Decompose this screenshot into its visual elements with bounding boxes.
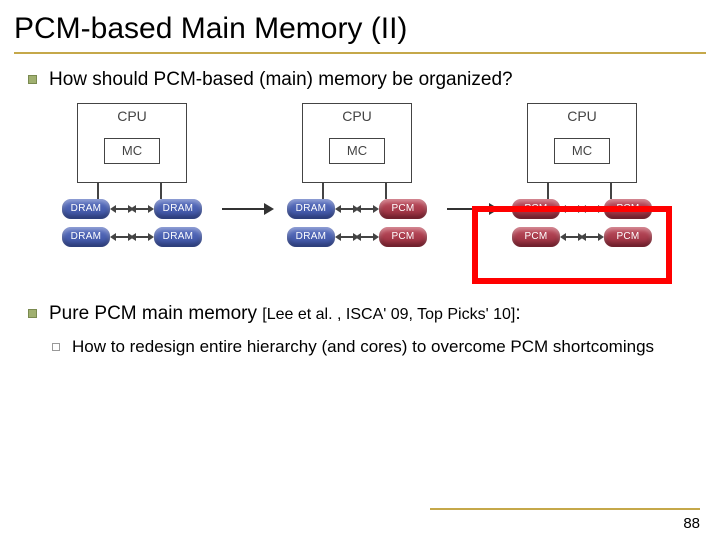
dram-chip: DRAM	[287, 227, 335, 247]
memory-rows: DRAM PCM DRAM PCM	[287, 199, 427, 247]
bus-line	[547, 183, 549, 199]
cpu-box: CPU MC	[527, 103, 637, 183]
pcm-chip: PCM	[379, 199, 427, 219]
arch-hybrid: CPU MC DRAM PCM DRAM PCM	[277, 103, 437, 278]
slide-title: PCM-based Main Memory (II)	[0, 0, 720, 52]
dram-chip: DRAM	[154, 227, 202, 247]
mc-box: MC	[104, 138, 160, 164]
bidir-arrow-icon	[564, 208, 580, 210]
pcm-chip: PCM	[512, 199, 560, 219]
dram-chip: DRAM	[287, 199, 335, 219]
bus-line	[160, 183, 162, 199]
sub-bullet-text: How to redesign entire hierarchy (and co…	[72, 336, 654, 359]
memory-row: DRAM DRAM	[62, 227, 202, 247]
cpu-label: CPU	[567, 108, 597, 124]
bidir-arrow-icon	[339, 236, 355, 238]
page-number: 88	[683, 515, 700, 532]
dram-chip: DRAM	[62, 227, 110, 247]
mc-label: MC	[122, 143, 142, 158]
arch-dram-only: CPU MC DRAM DRAM DRAM DRAM	[52, 103, 212, 278]
memory-rows: DRAM DRAM DRAM DRAM	[62, 199, 202, 247]
bidir-arrow-icon	[584, 236, 600, 238]
pcm-chip: PCM	[604, 199, 652, 219]
arrow-right-icon	[447, 208, 493, 210]
bidir-arrow-icon	[584, 208, 600, 210]
sub-bullet-icon	[52, 343, 60, 351]
pcm-chip: PCM	[512, 227, 560, 247]
bullet-text: How should PCM-based (main) memory be or…	[49, 68, 513, 93]
bus-line	[610, 183, 612, 199]
cpu-box: CPU MC	[302, 103, 412, 183]
pcm-chip: PCM	[379, 227, 427, 247]
bus-line	[97, 183, 99, 199]
cpu-label: CPU	[342, 108, 372, 124]
bidir-arrow-icon	[564, 236, 580, 238]
bullet-icon	[28, 75, 37, 84]
memory-row: PCM PCM	[512, 227, 652, 247]
sub-bullet: How to redesign entire hierarchy (and co…	[28, 336, 692, 359]
memory-rows: PCM PCM PCM PCM	[512, 199, 652, 247]
mc-box: MC	[554, 138, 610, 164]
arch-pcm-only: CPU MC PCM PCM PCM PCM	[502, 103, 662, 278]
colon: :	[515, 303, 520, 324]
cpu-label: CPU	[117, 108, 147, 124]
bidir-arrow-icon	[339, 208, 355, 210]
bidir-arrow-icon	[359, 236, 375, 238]
bidir-arrow-icon	[359, 208, 375, 210]
architecture-diagram: CPU MC DRAM DRAM DRAM DRAM	[52, 103, 662, 278]
bullet-main-text: Pure PCM main memory	[49, 303, 262, 324]
memory-row: DRAM PCM	[287, 227, 427, 247]
citation: [Lee et al. , ISCA' 09, Top Picks' 10]	[262, 306, 515, 323]
bus-line	[322, 183, 324, 199]
bidir-arrow-icon	[134, 236, 150, 238]
dram-chip: DRAM	[62, 199, 110, 219]
mc-label: MC	[347, 143, 367, 158]
pcm-chip: PCM	[604, 227, 652, 247]
bidir-arrow-icon	[114, 236, 130, 238]
memory-row: DRAM PCM	[287, 199, 427, 219]
bullet-icon	[28, 309, 37, 318]
bidir-arrow-icon	[134, 208, 150, 210]
memory-row: DRAM DRAM	[62, 199, 202, 219]
bullet-question: How should PCM-based (main) memory be or…	[28, 68, 692, 93]
slide-content: How should PCM-based (main) memory be or…	[0, 54, 720, 359]
footer-rule	[430, 508, 700, 510]
memory-row: PCM PCM	[512, 199, 652, 219]
mc-label: MC	[572, 143, 592, 158]
mc-box: MC	[329, 138, 385, 164]
bullet-pure-pcm: Pure PCM main memory [Lee et al. , ISCA'…	[28, 302, 692, 327]
bidir-arrow-icon	[114, 208, 130, 210]
arrow-right-icon	[222, 208, 268, 210]
dram-chip: DRAM	[154, 199, 202, 219]
bullet-text: Pure PCM main memory [Lee et al. , ISCA'…	[49, 302, 521, 327]
bus-line	[385, 183, 387, 199]
cpu-box: CPU MC	[77, 103, 187, 183]
